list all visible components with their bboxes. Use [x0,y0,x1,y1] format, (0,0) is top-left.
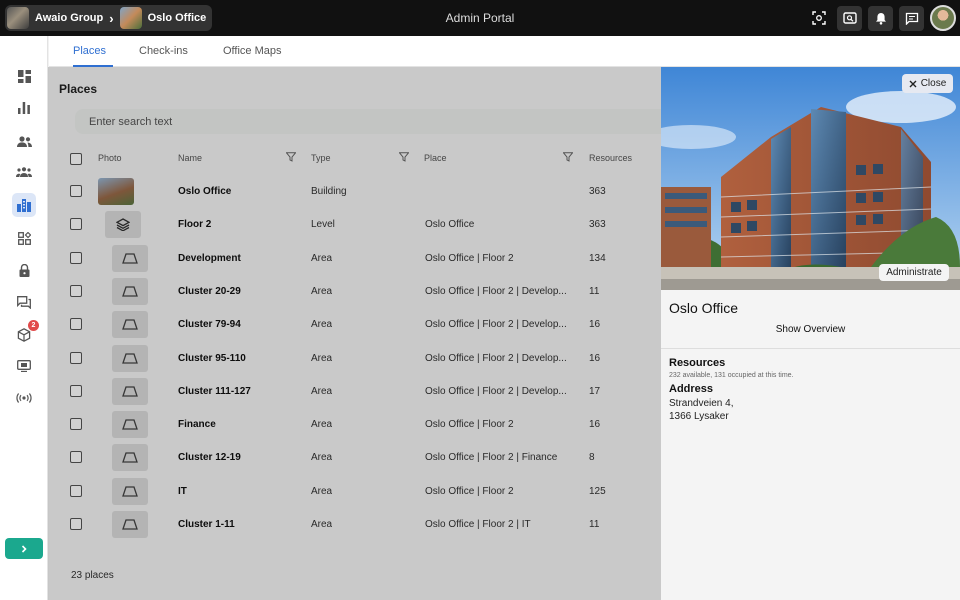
buildings-icon[interactable] [12,193,36,217]
sidebar: 2 [0,36,48,600]
org-thumbnail [7,7,29,29]
administrate-button[interactable]: Administrate [879,264,949,281]
avatar[interactable] [930,5,956,31]
forum-icon[interactable] [12,290,36,314]
groups-icon[interactable] [12,160,36,184]
modal-backdrop[interactable] [48,67,661,600]
site-thumbnail [119,7,142,29]
breadcrumb-site[interactable]: Oslo Office [119,7,207,29]
chat-icon[interactable] [899,5,924,31]
resources-heading: Resources [669,357,726,369]
divider [661,348,960,349]
search-screen-icon[interactable] [837,5,862,31]
users-icon[interactable] [12,129,36,153]
breadcrumb: Awaio Group › Oslo Office [5,5,213,31]
top-actions [806,5,956,31]
top-bar: Awaio Group › Oslo Office Admin Portal [0,0,960,36]
scan-icon[interactable] [806,6,831,31]
tab-office-maps[interactable]: Office Maps [223,45,282,57]
lock-icon[interactable] [12,258,36,282]
tab-bar: Places Check-ins Office Maps [49,36,960,67]
notification-badge: 2 [28,320,39,331]
breadcrumb-site-label: Oslo Office [147,12,207,24]
tab-check-ins[interactable]: Check-ins [139,45,188,57]
chevron-right-icon [21,544,27,553]
address-line-1: Strandveien 4, [669,398,734,409]
breadcrumb-org-label: Awaio Group [35,12,104,24]
address-line-2: 1366 Lysaker [669,411,729,422]
resources-summary: 232 available, 131 occupied at this time… [669,372,794,379]
bar-chart-icon[interactable] [12,96,36,120]
place-title: Oslo Office [669,300,738,316]
widgets-icon[interactable] [12,226,36,250]
close-icon [909,80,917,87]
broadcast-icon[interactable] [12,386,36,410]
dashboard-icon[interactable] [12,64,36,88]
display-icon[interactable] [12,354,36,378]
tab-places[interactable]: Places [73,45,106,57]
place-photo [661,67,960,290]
chevron-right-icon: › [109,10,114,26]
close-button[interactable]: Close [902,74,953,93]
package-icon[interactable]: 2 [12,320,39,347]
close-label: Close [920,78,947,89]
expand-sidebar-button[interactable] [5,538,43,559]
address-heading: Address [669,383,714,395]
place-detail-panel: Close Administrate Oslo Office Show Over… [661,67,960,600]
breadcrumb-org[interactable]: Awaio Group [7,7,103,29]
bell-icon[interactable] [868,5,893,31]
show-overview-button[interactable]: Show Overview [661,324,960,335]
